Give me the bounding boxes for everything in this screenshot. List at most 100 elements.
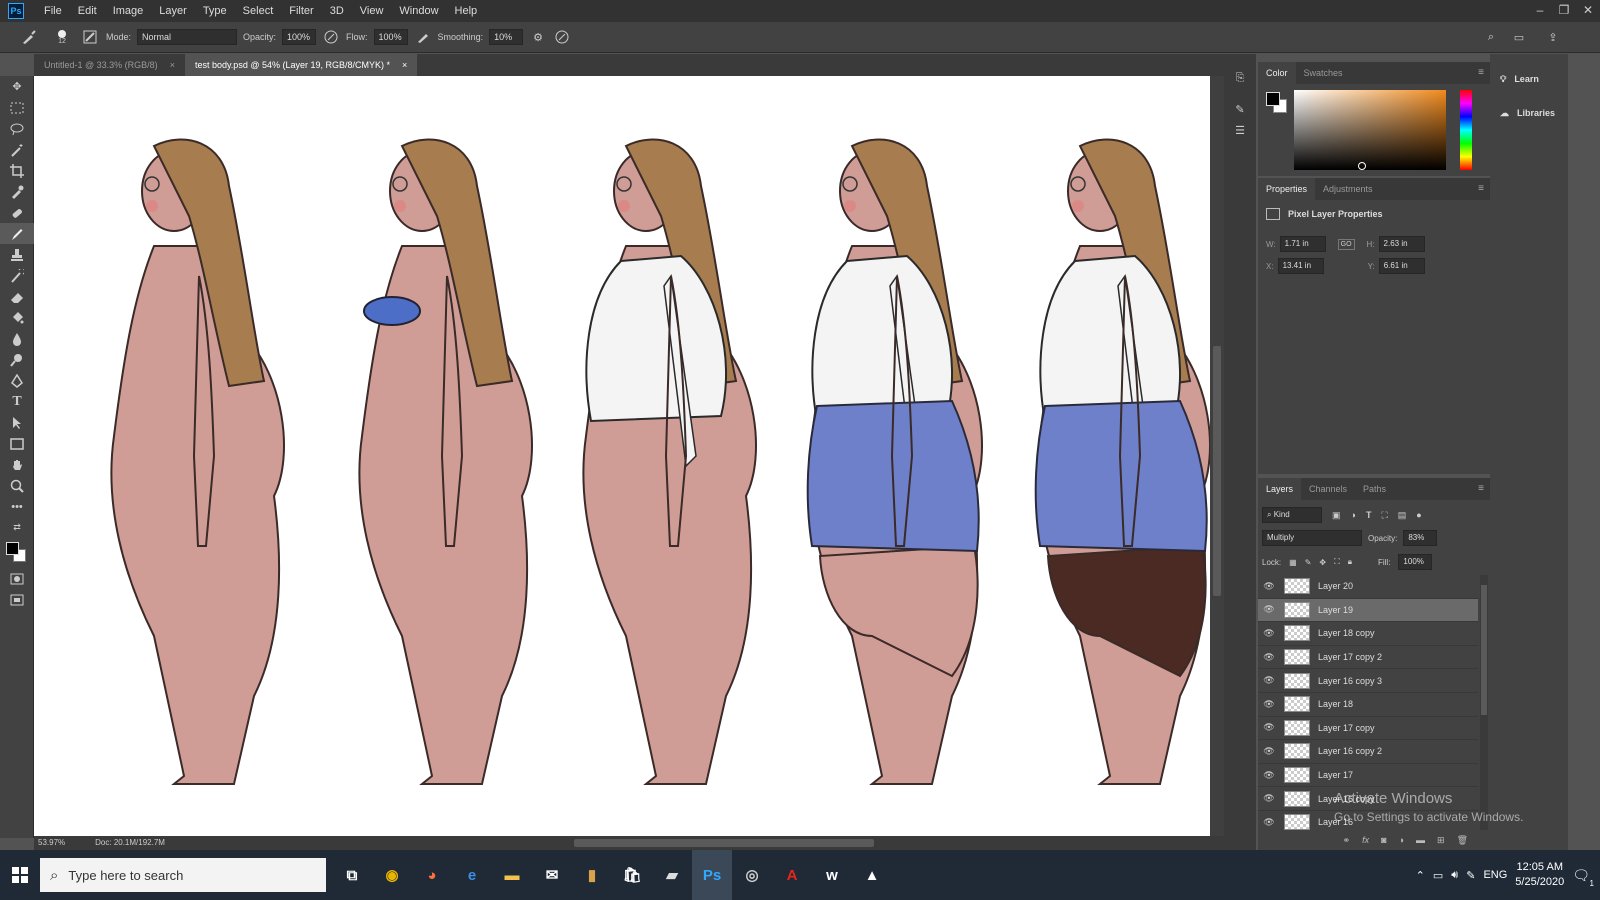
menu-filter[interactable]: Filter bbox=[281, 5, 321, 17]
screen-mode-icon[interactable] bbox=[0, 589, 34, 610]
layer-row[interactable]: 👁︎ Layer 18 bbox=[1258, 693, 1478, 717]
layer-thumbnail[interactable] bbox=[1284, 743, 1310, 760]
color-swatches-icon[interactable] bbox=[0, 538, 34, 568]
layer-name[interactable]: Layer 18 copy bbox=[1318, 628, 1375, 638]
trash-icon[interactable]: 🗑︎ bbox=[1457, 835, 1468, 846]
quick-mask-icon[interactable] bbox=[0, 568, 34, 589]
flow-field[interactable]: 100% bbox=[373, 29, 408, 45]
taskbar-photoshop-icon[interactable]: Ps bbox=[692, 850, 732, 900]
menu-3d[interactable]: 3D bbox=[322, 5, 352, 17]
layer-row[interactable]: 👁︎ Layer 17 copy 2 bbox=[1258, 646, 1478, 670]
close-icon[interactable]: ✕ bbox=[1576, 0, 1600, 22]
eye-icon[interactable]: 👁︎ bbox=[1258, 770, 1280, 781]
gear-icon[interactable]: ⚙ bbox=[529, 31, 547, 44]
color-field[interactable] bbox=[1294, 90, 1446, 170]
link-icon[interactable]: GO bbox=[1337, 238, 1355, 250]
layer-thumbnail[interactable] bbox=[1284, 814, 1310, 830]
width-field[interactable]: 1.71 in bbox=[1279, 236, 1326, 252]
libraries-panel-button[interactable]: ☁︎ Libraries bbox=[1490, 96, 1568, 130]
share-icon[interactable]: ⇪ bbox=[1544, 31, 1562, 44]
pressure-size-icon[interactable] bbox=[553, 30, 571, 44]
eye-icon[interactable]: 👁︎ bbox=[1258, 675, 1280, 686]
layer-name[interactable]: Layer 19 bbox=[1318, 605, 1353, 615]
lock-pixels-icon[interactable]: ✎ bbox=[1305, 558, 1312, 567]
panel-menu-icon[interactable]: ≡ bbox=[1478, 183, 1484, 194]
brush-panel-icon[interactable]: ✎ bbox=[1224, 99, 1256, 120]
magic-wand-tool-icon[interactable] bbox=[0, 139, 34, 160]
lock-transparency-icon[interactable]: ▦ bbox=[1289, 558, 1297, 567]
menu-layer[interactable]: Layer bbox=[151, 5, 195, 17]
y-field[interactable]: 6.61 in bbox=[1378, 258, 1425, 274]
eye-icon[interactable]: 👁︎ bbox=[1258, 652, 1280, 663]
menu-view[interactable]: View bbox=[352, 5, 392, 17]
layer-name[interactable]: Layer 20 bbox=[1318, 581, 1353, 591]
layer-filter-select[interactable]: ⌕ Kind bbox=[1262, 507, 1322, 523]
pen-icon[interactable]: ✎ bbox=[1466, 869, 1475, 882]
mode-select[interactable]: Normal bbox=[137, 29, 238, 45]
add-mask-icon[interactable]: ◙ bbox=[1381, 835, 1386, 845]
filter-shape-icon[interactable]: ⛶ bbox=[1381, 510, 1387, 521]
doc-tab-untitled[interactable]: Untitled-1 @ 33.3% (RGB/8) × bbox=[34, 54, 185, 76]
minimize-icon[interactable]: – bbox=[1528, 0, 1552, 22]
layer-row[interactable]: 👁︎ Layer 20 bbox=[1258, 575, 1478, 599]
layer-thumbnail[interactable] bbox=[1284, 578, 1310, 595]
taskbar-task-view-icon[interactable]: ⧉ bbox=[332, 850, 372, 900]
zoom-tool-icon[interactable] bbox=[0, 475, 34, 496]
menu-window[interactable]: Window bbox=[391, 5, 446, 17]
airbrush-icon[interactable] bbox=[414, 30, 432, 44]
clone-stamp-tool-icon[interactable] bbox=[0, 244, 34, 265]
pen-tool-icon[interactable] bbox=[0, 370, 34, 391]
marquee-tool-icon[interactable] bbox=[0, 97, 34, 118]
blend-mode-select[interactable]: Multiply bbox=[1262, 530, 1362, 546]
layer-name[interactable]: Layer 17 copy bbox=[1318, 723, 1375, 733]
rectangle-tool-icon[interactable] bbox=[0, 433, 34, 454]
taskbar-chrome-icon[interactable]: ◉ bbox=[372, 850, 412, 900]
new-layer-icon[interactable]: ⊞ bbox=[1437, 835, 1445, 846]
taskbar-app-w-icon[interactable]: w bbox=[812, 850, 852, 900]
eye-icon[interactable]: 👁︎ bbox=[1258, 817, 1280, 828]
adjust-panel-icon[interactable]: ☰ bbox=[1224, 120, 1256, 141]
layer-row[interactable]: 👁︎ Layer 18 copy bbox=[1258, 622, 1478, 646]
tab-properties[interactable]: Properties bbox=[1258, 178, 1316, 200]
hue-slider[interactable] bbox=[1460, 90, 1472, 170]
dodge-tool-icon[interactable] bbox=[0, 349, 34, 370]
horizontal-scrollbar[interactable] bbox=[574, 839, 874, 847]
history-brush-tool-icon[interactable] bbox=[0, 265, 34, 286]
menu-select[interactable]: Select bbox=[235, 5, 282, 17]
eye-icon[interactable]: 👁︎ bbox=[1258, 628, 1280, 639]
hand-tool-icon[interactable] bbox=[0, 454, 34, 475]
move-tool-icon[interactable]: ✥ bbox=[0, 76, 34, 97]
filter-toggle-icon[interactable]: ● bbox=[1416, 510, 1421, 520]
vertical-scrollbar[interactable] bbox=[1210, 76, 1224, 836]
layer-thumbnail[interactable] bbox=[1284, 625, 1310, 642]
layer-thumbnail[interactable] bbox=[1284, 767, 1310, 784]
layer-name[interactable]: Layer 17 copy 2 bbox=[1318, 652, 1382, 662]
taskbar-mail-icon[interactable]: ✉ bbox=[532, 850, 572, 900]
layer-name[interactable]: Layer 16 copy 3 bbox=[1318, 676, 1382, 686]
panel-menu-icon[interactable]: ≡ bbox=[1478, 67, 1484, 78]
menu-file[interactable]: File bbox=[36, 5, 70, 17]
volume-icon[interactable]: 🔊︎ bbox=[1451, 869, 1458, 882]
tab-paths[interactable]: Paths bbox=[1355, 478, 1394, 500]
layer-row[interactable]: 👁︎ Layer 17 copy bbox=[1258, 717, 1478, 741]
path-selection-tool-icon[interactable] bbox=[0, 412, 34, 433]
filter-type-icon[interactable]: T bbox=[1366, 510, 1372, 520]
lock-position-icon[interactable]: ✥ bbox=[1319, 558, 1326, 567]
eye-icon[interactable]: 👁︎ bbox=[1258, 793, 1280, 804]
layer-opacity-field[interactable]: 83% bbox=[1403, 530, 1438, 546]
layer-thumbnail[interactable] bbox=[1284, 649, 1310, 666]
lock-all-icon[interactable]: 🔒︎ bbox=[1348, 557, 1352, 567]
menu-help[interactable]: Help bbox=[447, 5, 486, 17]
filter-smart-object-icon[interactable]: ▤ bbox=[1398, 510, 1407, 521]
restore-icon[interactable]: ❐ bbox=[1552, 0, 1576, 22]
link-layers-icon[interactable]: ⚭ bbox=[1343, 835, 1351, 846]
type-tool-icon[interactable]: T bbox=[0, 391, 34, 412]
eraser-tool-icon[interactable] bbox=[0, 286, 34, 307]
menu-image[interactable]: Image bbox=[105, 5, 152, 17]
foreground-color-swatch[interactable] bbox=[1266, 92, 1280, 106]
tab-adjustments[interactable]: Adjustments bbox=[1315, 178, 1381, 200]
eye-icon[interactable]: 👁︎ bbox=[1258, 581, 1280, 592]
eye-icon[interactable]: 👁︎ bbox=[1258, 722, 1280, 733]
brush-tool-preset-icon[interactable] bbox=[14, 28, 44, 46]
eyedropper-tool-icon[interactable] bbox=[0, 181, 34, 202]
